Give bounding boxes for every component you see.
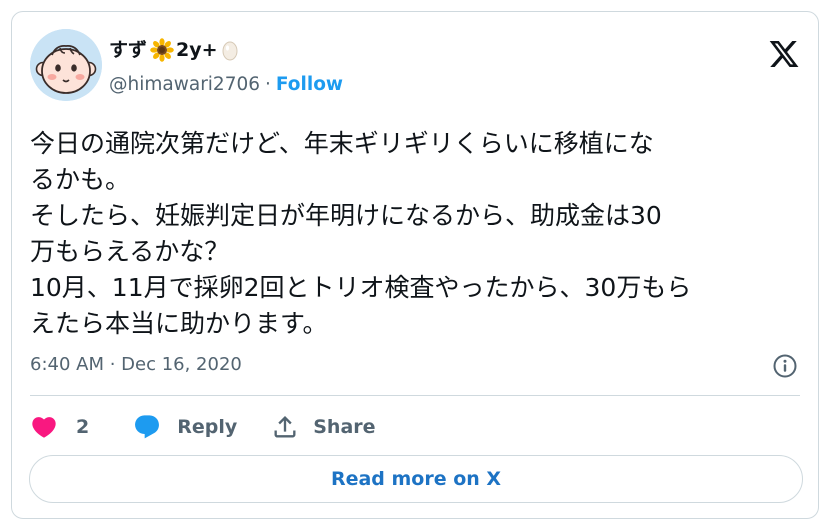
reply-bubble-icon [133,413,161,441]
handle-separator: · [265,74,271,95]
author-name-row[interactable]: すず 2y+ [109,36,238,64]
tweet-line: 10月、11月で採卵2回とトリオ検査やったから、30万もら [30,273,692,302]
reply-button[interactable]: Reply [133,413,237,441]
follow-link[interactable]: Follow [276,72,343,98]
tweet-line: 今日の通院次第だけど、年末ギリギリくらいに移植にな [30,129,654,158]
share-icon [271,413,299,441]
egg-icon [222,39,238,61]
tweet-line: そしたら、妊娠判定日が年明けになるから、助成金は30 [30,201,662,230]
author-handle[interactable]: @himawari2706 [109,72,260,98]
read-more-label: Read more on X [330,468,502,490]
action-bar: 2 Reply Share [30,412,376,442]
handle-row: @himawari2706 · Follow [109,72,343,98]
share-button[interactable]: Share [271,413,376,441]
tweet-line: るかも。 [30,165,131,194]
share-label: Share [313,416,376,438]
reply-label: Reply [177,416,238,438]
tweet-line: えたら本当に助かります。 [30,309,328,338]
baby-face-icon [30,29,102,101]
like-button[interactable]: 2 [30,413,89,441]
tweet-text: 今日の通院次第だけど、年末ギリギリくらいに移植にな るかも。 そしたら、妊娠判定… [30,126,810,342]
heart-icon [30,413,58,441]
info-icon[interactable] [772,353,798,379]
tweet-card: すず 2y+ @himawari2706 · Follow 今日の通院次第だけど… [11,11,819,519]
author-display-name[interactable]: すず [109,36,147,64]
read-more-button[interactable]: Read more on X [29,455,803,503]
author-badge-text: 2y+ [176,39,218,61]
x-logo-icon[interactable] [768,38,800,70]
tweet-line: 万もらえるかな？ [30,237,230,266]
divider [30,395,800,396]
like-count: 2 [76,416,90,438]
avatar[interactable] [30,29,102,101]
tweet-timestamp[interactable]: 6:40 AM · Dec 16, 2020 [30,352,242,378]
sunflower-icon [150,38,174,62]
